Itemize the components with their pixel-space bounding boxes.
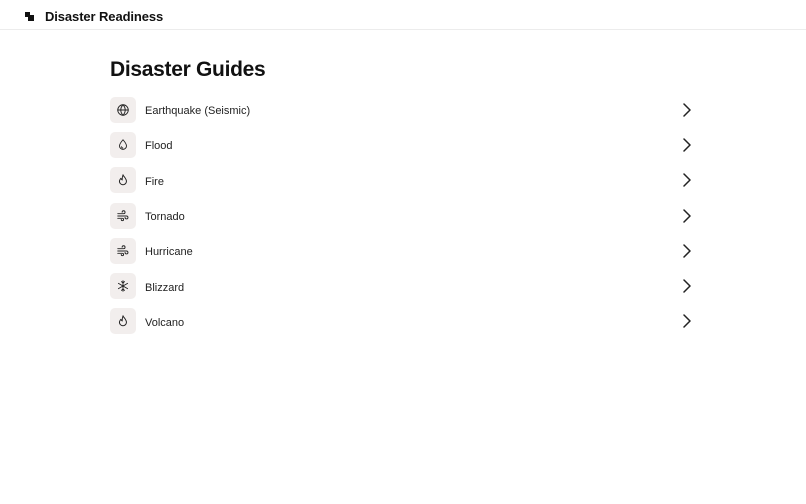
chevron-right-icon (683, 279, 691, 293)
flame-icon (110, 167, 136, 194)
guide-item-label: Volcano (145, 316, 185, 329)
chevron-right-icon (683, 138, 691, 152)
guide-item-label: Flood (145, 140, 173, 153)
droplet-icon (110, 131, 136, 158)
guide-item-earthquake[interactable]: Earthquake (Seismic) (110, 92, 696, 127)
guide-item-fire[interactable]: Fire (110, 163, 696, 198)
main-content: Disaster Guides Earthquake (Seismic) Flo… (110, 58, 696, 339)
guide-item-flood[interactable]: Flood (110, 127, 696, 162)
brand-link[interactable]: Disaster Readiness (25, 9, 163, 24)
guide-item-tornado[interactable]: Tornado (110, 198, 696, 233)
wind-icon (110, 202, 136, 229)
chevron-right-icon (683, 314, 691, 329)
guide-item-volcano[interactable]: Volcano (110, 304, 696, 339)
guide-item-label: Fire (145, 175, 164, 188)
guide-item-label: Hurricane (145, 246, 193, 259)
guide-item-hurricane[interactable]: Hurricane (110, 233, 696, 268)
guide-item-label: Tornado (145, 211, 185, 224)
snowflake-icon (110, 273, 136, 300)
logo-icon (25, 11, 35, 22)
wind-icon (110, 237, 136, 264)
chevron-right-icon (683, 173, 691, 187)
chevron-right-icon (683, 208, 691, 223)
guide-item-blizzard[interactable]: Blizzard (110, 268, 696, 303)
chevron-right-icon (683, 244, 691, 258)
app-title: Disaster Readiness (45, 9, 164, 24)
flame-icon (110, 308, 136, 335)
globe-icon (110, 96, 136, 123)
guide-list: Earthquake (Seismic) Flood Fire Tornado … (110, 92, 696, 339)
guide-item-label: Earthquake (Seismic) (145, 105, 251, 118)
guide-item-label: Blizzard (145, 281, 185, 294)
page-title: Disaster Guides (110, 58, 266, 81)
chevron-right-icon (683, 102, 691, 117)
top-bar: Disaster Readiness (0, 0, 806, 30)
